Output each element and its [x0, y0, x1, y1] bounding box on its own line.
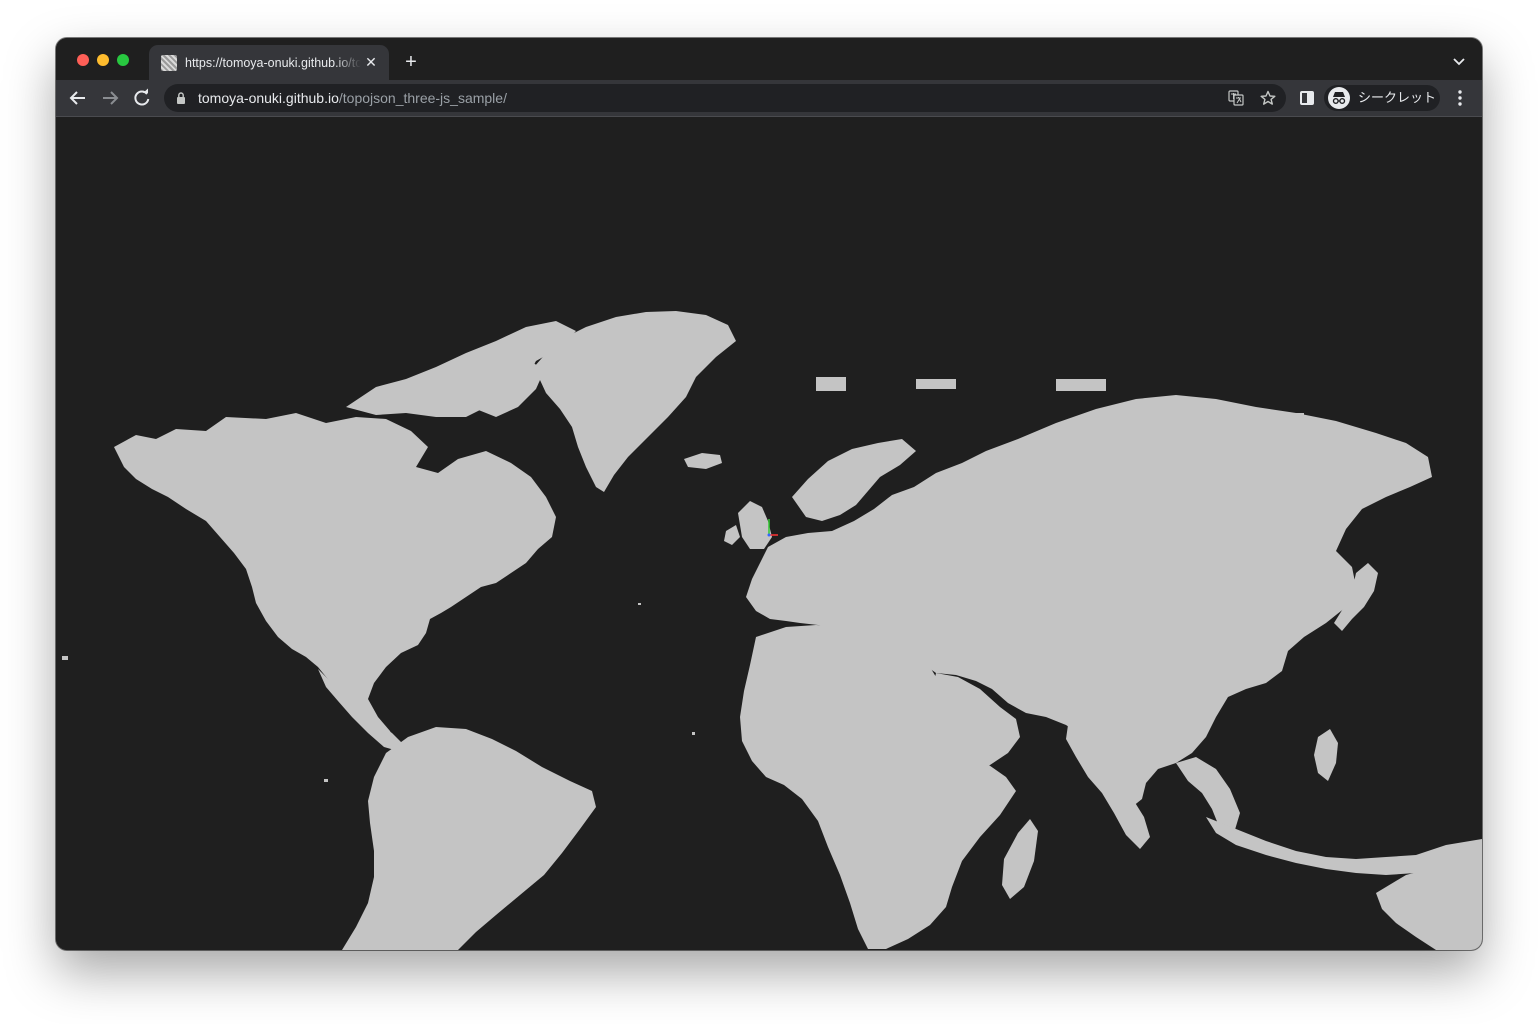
british-isles: [738, 501, 772, 549]
browser-toolbar: tomoya-onuki.github.io/topojson_three-js…: [56, 80, 1482, 117]
back-button[interactable]: [66, 87, 90, 109]
island-speck: [816, 377, 846, 391]
axes-helper: [767, 519, 778, 537]
favicon-icon: [161, 55, 177, 71]
tab-close-icon[interactable]: ✕: [363, 54, 379, 70]
star-icon[interactable]: [1260, 90, 1276, 106]
ireland: [724, 525, 740, 545]
browser-window: https://tomoya-onuki.github.io/topojson_…: [56, 38, 1482, 950]
madagascar-island: [1002, 819, 1038, 899]
window-minimize-button[interactable]: [97, 54, 109, 66]
philippines-islands: [1314, 729, 1338, 781]
chevron-down-icon[interactable]: [1452, 54, 1466, 68]
lock-icon[interactable]: [176, 91, 186, 105]
island-speck: [1056, 379, 1106, 391]
incognito-label: シークレット: [1358, 90, 1437, 105]
world-map: [62, 311, 1482, 950]
translate-icon[interactable]: [1228, 90, 1244, 106]
iceland-landmass: [684, 453, 722, 469]
url-text[interactable]: tomoya-onuki.github.io/topojson_three-js…: [198, 90, 507, 108]
island-speck: [916, 379, 956, 389]
southeast-asia: [1176, 757, 1240, 833]
arrow-left-icon: [69, 91, 85, 105]
window-maximize-button[interactable]: [117, 54, 129, 66]
south-america-landmass: [342, 727, 596, 950]
window-close-button[interactable]: [77, 54, 89, 66]
browser-tab[interactable]: https://tomoya-onuki.github.io/topojson_…: [149, 45, 389, 80]
new-tab-button[interactable]: +: [401, 52, 421, 72]
reload-button[interactable]: [130, 87, 154, 109]
axis-z-point: [767, 533, 771, 537]
forward-button[interactable]: [98, 87, 122, 109]
land-masses: [62, 311, 1482, 950]
island-speck: [62, 656, 68, 660]
side-panel-icon[interactable]: [1300, 91, 1314, 105]
island-speck: [692, 732, 695, 735]
url-path: /topojson_three-js_sample/: [338, 90, 507, 106]
address-bar[interactable]: tomoya-onuki.github.io/topojson_three-js…: [164, 84, 1286, 112]
kebab-menu-icon[interactable]: [1452, 87, 1468, 109]
url-host: tomoya-onuki.github.io: [198, 90, 339, 106]
tab-title: https://tomoya-onuki.github.io/topojson_…: [185, 56, 361, 70]
incognito-badge[interactable]: シークレット: [1324, 85, 1440, 111]
map-canvas[interactable]: [56, 117, 1482, 950]
tab-strip: https://tomoya-onuki.github.io/topojson_…: [56, 38, 1482, 80]
arrow-right-icon: [103, 91, 119, 105]
island-speck: [1284, 413, 1304, 419]
incognito-icon: [1328, 87, 1350, 109]
island-speck: [638, 603, 641, 605]
island-speck: [324, 779, 328, 782]
reload-icon: [134, 88, 150, 106]
